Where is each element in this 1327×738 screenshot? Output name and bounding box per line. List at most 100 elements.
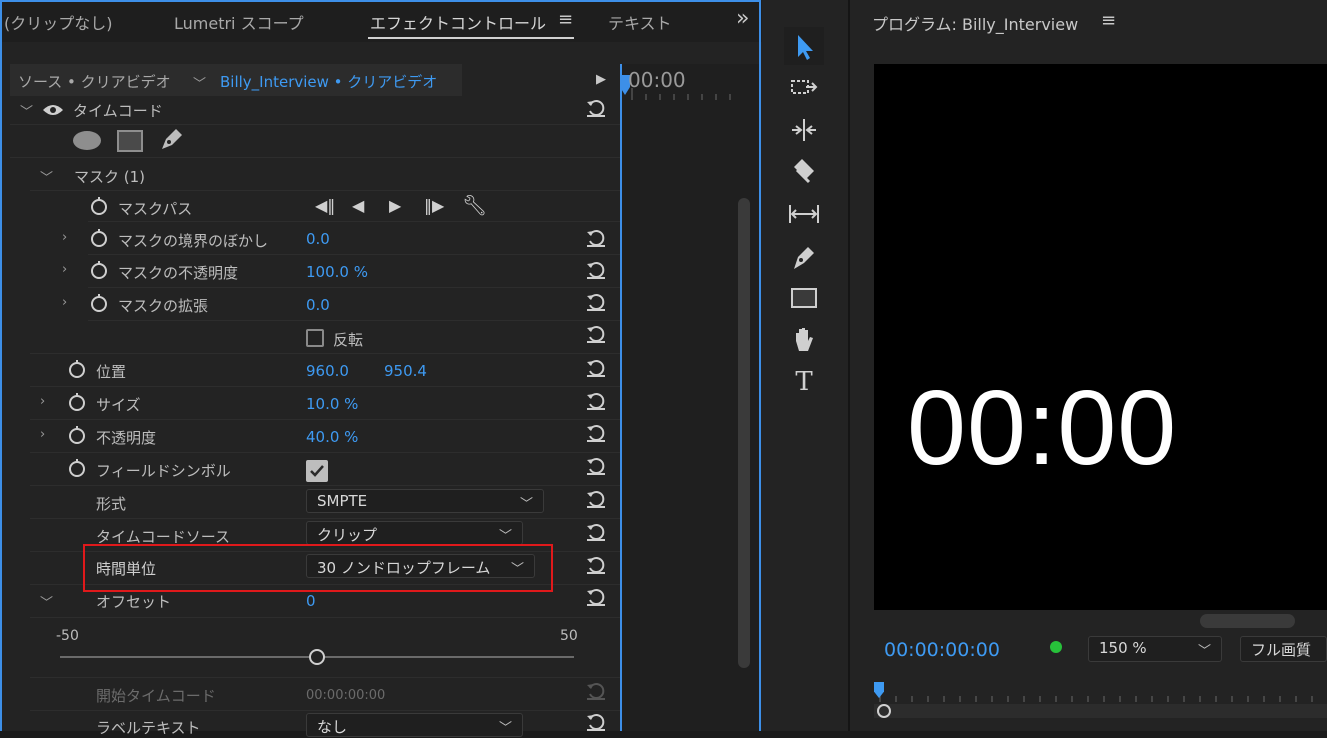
reset-icon[interactable]	[585, 390, 607, 410]
opacity-value[interactable]: 40.0 %	[306, 428, 358, 446]
label-text-dropdown[interactable]: なし ﹀	[306, 713, 523, 737]
tab-text[interactable]: テキスト	[608, 10, 672, 34]
wrench-icon[interactable]: 🔧︎	[462, 193, 487, 217]
chevron-down-icon[interactable]: ﹀	[193, 73, 206, 92]
type-tool-icon[interactable]: T	[784, 363, 824, 401]
timecode-source-dropdown[interactable]: クリップ ﹀	[306, 521, 523, 545]
mask-opacity-value[interactable]: 100.0 %	[306, 263, 368, 281]
expand-chevron-icon[interactable]: ›	[62, 262, 67, 277]
mask-feather-label: マスクの境界のぼかし	[118, 232, 269, 250]
reset-icon[interactable]	[585, 422, 607, 442]
video-preview[interactable]	[874, 64, 1327, 610]
offset-value[interactable]: 0	[306, 592, 316, 610]
pen-mask-icon[interactable]	[158, 127, 184, 153]
reset-icon[interactable]	[585, 357, 607, 377]
razor-tool-icon[interactable]	[784, 153, 824, 191]
opacity-label: 不透明度	[96, 429, 157, 447]
inverted-checkbox[interactable]	[306, 329, 324, 347]
size-value[interactable]: 10.0 %	[306, 395, 358, 413]
vertical-scrollbar[interactable]	[738, 198, 750, 668]
mask-expansion-value[interactable]: 0.0	[306, 296, 330, 314]
expand-chevron-icon[interactable]: ›	[40, 394, 45, 409]
slip-tool-icon[interactable]	[784, 195, 824, 233]
row-divider	[30, 452, 620, 453]
zoom-handle[interactable]	[877, 704, 891, 718]
panel-focus-border	[759, 0, 761, 731]
reset-icon[interactable]	[585, 554, 607, 574]
track-forward-one-icon[interactable]: ‖▶	[424, 196, 444, 215]
rectangle-tool-icon[interactable]	[784, 279, 824, 317]
stopwatch-icon[interactable]	[90, 229, 108, 247]
reset-icon[interactable]	[585, 488, 607, 508]
pen-tool-icon[interactable]	[784, 237, 824, 275]
position-label: 位置	[96, 363, 127, 381]
collapse-chevron-icon[interactable]: ﹀	[20, 101, 33, 120]
rectangle-mask-icon[interactable]	[117, 130, 143, 152]
reset-icon[interactable]	[585, 521, 607, 541]
reset-icon[interactable]	[585, 455, 607, 475]
track-backward-icon[interactable]: ◀	[352, 196, 364, 215]
mask-header: マスク (1)	[74, 168, 146, 186]
track-forward-icon[interactable]: ▶	[389, 196, 401, 215]
horizontal-scrollbar[interactable]	[1200, 614, 1295, 628]
hand-tool-icon[interactable]	[784, 321, 824, 359]
row-divider	[10, 157, 620, 158]
reset-icon[interactable]	[585, 259, 607, 279]
effect-name: タイムコード	[73, 102, 163, 120]
expand-chevron-icon[interactable]: ›	[40, 427, 45, 442]
collapse-chevron-icon[interactable]: ﹀	[40, 592, 53, 611]
position-y-value[interactable]: 950.4	[384, 362, 427, 380]
tab-no-clip[interactable]: (クリップなし)	[4, 10, 113, 34]
start-timecode-value: 00:00:00:00	[306, 688, 386, 703]
source-label[interactable]: ソース • クリアビデオ	[18, 71, 171, 92]
row-divider	[30, 190, 620, 191]
stopwatch-icon[interactable]	[90, 261, 108, 279]
offset-slider-thumb[interactable]	[309, 649, 325, 665]
row-divider	[30, 617, 620, 618]
reset-icon[interactable]	[585, 227, 607, 247]
reset-icon[interactable]	[585, 97, 607, 117]
current-time-display[interactable]: 00:00:00:00	[884, 639, 1000, 661]
position-x-value[interactable]: 960.0	[306, 362, 349, 380]
monitor-time-ruler-bar[interactable]	[874, 704, 1327, 718]
stopwatch-icon[interactable]	[68, 393, 86, 411]
mask-feather-value[interactable]: 0.0	[306, 230, 330, 248]
stopwatch-icon[interactable]	[90, 294, 108, 312]
panel-menu-icon[interactable]: ≡	[558, 9, 573, 30]
chevron-down-icon: ﹀	[498, 529, 512, 544]
tab-lumetri-scopes[interactable]: Lumetri スコープ	[174, 10, 304, 34]
sequence-clip-label[interactable]: Billy_Interview • クリアビデオ	[220, 71, 437, 92]
panel-menu-icon[interactable]: ≡	[1101, 10, 1116, 31]
more-tabs-icon[interactable]: »	[736, 6, 749, 31]
track-select-tool-icon[interactable]	[784, 69, 824, 107]
row-divider	[30, 518, 620, 519]
stopwatch-icon[interactable]	[68, 459, 86, 477]
expand-chevron-icon[interactable]: ›	[62, 230, 67, 245]
expand-chevron-icon[interactable]: ›	[62, 295, 67, 310]
reset-icon[interactable]	[585, 291, 607, 311]
tab-effect-controls[interactable]: エフェクトコントロール	[370, 10, 546, 34]
format-label: 形式	[96, 495, 127, 513]
offset-label: オフセット	[96, 593, 172, 611]
format-dropdown[interactable]: SMPTE ﹀	[306, 489, 544, 513]
field-symbol-checkbox[interactable]	[306, 460, 328, 482]
selection-tool-icon[interactable]	[784, 27, 824, 65]
ellipse-mask-icon[interactable]	[73, 131, 101, 150]
monitor-time-ruler[interactable]	[874, 684, 1327, 702]
reset-icon[interactable]	[585, 711, 607, 731]
stopwatch-icon[interactable]	[68, 360, 86, 378]
playback-quality-dropdown[interactable]: フル画質	[1240, 636, 1327, 662]
size-label: サイズ	[96, 396, 141, 414]
zoom-dropdown[interactable]: 150 % ﹀	[1088, 636, 1222, 662]
reset-icon[interactable]	[585, 323, 607, 343]
stopwatch-icon[interactable]	[68, 426, 86, 444]
ripple-edit-tool-icon[interactable]	[784, 111, 824, 149]
reset-icon[interactable]	[585, 586, 607, 606]
play-triangle-icon[interactable]: ▶	[596, 72, 606, 87]
collapse-chevron-icon[interactable]: ﹀	[40, 167, 53, 186]
format-dropdown-value: SMPTE	[317, 492, 368, 510]
program-monitor-title[interactable]: プログラム: Billy_Interview	[872, 11, 1078, 35]
stopwatch-icon[interactable]	[90, 197, 108, 215]
eye-icon[interactable]	[42, 103, 64, 117]
track-backward-one-icon[interactable]: ◀‖	[315, 196, 335, 215]
